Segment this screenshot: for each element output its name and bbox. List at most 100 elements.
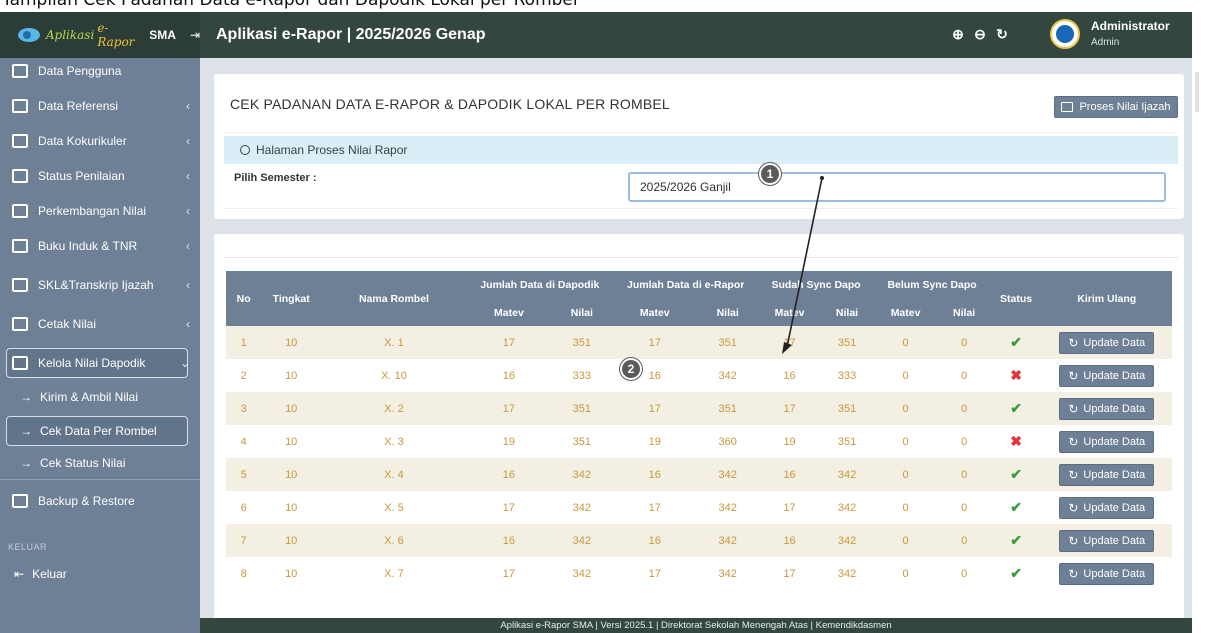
update-data-button[interactable]: ↻ Update Data: [1059, 364, 1155, 387]
sidebar-item-buku-induk[interactable]: Buku Induk & TNR ‹: [12, 233, 190, 259]
cell-e-matev: 17: [612, 491, 697, 524]
sidebar-item-skl-transkrip[interactable]: SKL&Transkrip Ijazah ‹: [12, 272, 190, 298]
refresh-icon: ↻: [1068, 368, 1079, 383]
refresh-icon: ↻: [1068, 533, 1079, 548]
book-icon: [12, 134, 28, 148]
sidebar-item-data-kokurikuler[interactable]: Data Kokurikuler ‹: [12, 128, 190, 154]
sub-nilai: Nilai: [820, 299, 874, 326]
cell-rombel: X. 2: [321, 392, 467, 425]
sidebar-sub-cek-status-nilai[interactable]: → Cek Status Nilai: [20, 452, 180, 474]
cell-b-matev: 0: [873, 425, 938, 458]
zoom-out-icon[interactable]: ⊖: [972, 26, 988, 43]
cell-kirim-ulang: ↻ Update Data: [1041, 326, 1172, 359]
chevron-left-icon: ‹: [186, 204, 190, 218]
cell-tingkat: 10: [261, 524, 322, 557]
table-row: 8 10 X. 7 17 342 17 342 17 342 0 0 ✔ ↻ Update Data: [226, 557, 1172, 590]
cell-status: ✔: [990, 326, 1042, 359]
file-icon: [12, 278, 28, 292]
user-list-icon: [12, 64, 28, 78]
sidebar-toggle-icon[interactable]: ⇥: [190, 28, 200, 42]
update-data-button[interactable]: ↻ Update Data: [1059, 496, 1155, 519]
check-icon: ✔: [1010, 499, 1022, 515]
sidebar-sub-kirim-ambil[interactable]: → Kirim & Ambil Nilai: [20, 386, 180, 408]
cell-e-matev: 19: [612, 425, 697, 458]
cell-e-nilai: 342: [696, 491, 759, 524]
cell-b-matev: 0: [873, 326, 938, 359]
sidebar-item-data-referensi[interactable]: Data Referensi ‹: [12, 93, 190, 119]
reset-icon[interactable]: ↻: [994, 26, 1010, 43]
monitor-icon: [12, 99, 28, 113]
sidebar-item-kelola-nilai-dapodik[interactable]: Kelola Nilai Dapodik ⌄: [12, 350, 190, 376]
cell-s-nilai: 342: [820, 557, 874, 590]
sidebar-item-backup-restore[interactable]: Backup & Restore: [12, 488, 190, 514]
sidebar-item-cetak-nilai[interactable]: Cetak Nilai ‹: [12, 311, 190, 337]
update-data-button[interactable]: ↻ Update Data: [1059, 463, 1155, 486]
cell-e-matev: 17: [612, 392, 697, 425]
refresh-icon: ↻: [1068, 335, 1079, 350]
update-data-button[interactable]: ↻ Update Data: [1059, 397, 1155, 420]
sidebar-item-status-penilaian[interactable]: Status Penilaian ‹: [12, 163, 190, 189]
proses-nilai-ijazah-button[interactable]: Proses Nilai Ijazah: [1054, 96, 1178, 118]
divider: [224, 132, 1178, 133]
cross-icon: ✖: [1010, 433, 1022, 449]
update-data-button[interactable]: ↻ Update Data: [1059, 331, 1155, 354]
cell-s-nilai: 342: [820, 458, 874, 491]
sidebar-item-keluar[interactable]: ⇤ Keluar: [14, 563, 174, 585]
cell-e-matev: 17: [612, 557, 697, 590]
cell-tingkat: 10: [261, 425, 322, 458]
zoom-in-icon[interactable]: ⊕: [950, 26, 966, 43]
chevron-left-icon: ‹: [186, 317, 190, 331]
update-data-button[interactable]: ↻ Update Data: [1059, 430, 1155, 453]
cell-s-matev: 16: [758, 359, 821, 392]
cell-kirim-ulang: ↻ Update Data: [1041, 557, 1172, 590]
cell-d-nilai: 342: [550, 557, 613, 590]
sidebar-item-label: SKL&Transkrip Ijazah: [38, 278, 154, 292]
logout-icon: ⇤: [14, 567, 25, 581]
cell-no: 6: [226, 491, 262, 524]
update-data-button[interactable]: ↻ Update Data: [1059, 529, 1155, 552]
cell-d-nilai: 342: [550, 524, 613, 557]
refresh-icon: ↻: [1068, 566, 1079, 581]
cell-b-matev: 0: [873, 359, 938, 392]
sidebar-sub-cek-data-per-rombel[interactable]: → Cek Data Per Rombel: [20, 420, 180, 442]
sidebar-item-label: Buku Induk & TNR: [38, 239, 138, 253]
user-name[interactable]: Administrator: [1091, 19, 1170, 33]
cell-status: ✖: [990, 359, 1042, 392]
sidebar-item-label: Data Pengguna: [38, 64, 122, 78]
col-tingkat: Tingkat: [261, 271, 322, 326]
refresh-icon: ↻: [1068, 434, 1079, 449]
col-no: No: [226, 271, 262, 326]
table-row: 5 10 X. 4 16 342 16 342 16 342 0 0 ✔ ↻ Update Data: [226, 458, 1172, 491]
brand-text-1: Aplikasi: [45, 28, 95, 42]
sidebar-item-data-pengguna[interactable]: Data Pengguna: [12, 58, 190, 84]
col-sudah-sync: Sudah Sync Dapo: [758, 271, 874, 299]
semester-select[interactable]: 2025/2026 Ganjil: [628, 172, 1166, 202]
brand-text-2: e-Rapor: [97, 21, 135, 49]
scrollbar-thumb[interactable]: [1195, 72, 1199, 112]
cell-status: ✔: [990, 557, 1042, 590]
brand-logo[interactable]: Aplikasi e-Rapor SMA ⇥: [0, 12, 200, 58]
top-icon-group: ⊕ ⊖ ↻: [950, 26, 1010, 43]
col-rombel: Nama Rombel: [321, 271, 467, 326]
cell-no: 3: [226, 392, 262, 425]
cell-b-nilai: 0: [937, 326, 991, 359]
table-card: No Tingkat Nama Rombel Jumlah Data di Da…: [214, 234, 1184, 633]
cell-d-nilai: 342: [550, 458, 613, 491]
info-bar: Halaman Proses Nilai Rapor: [224, 136, 1178, 164]
cell-e-nilai: 342: [696, 458, 759, 491]
col-status: Status: [990, 271, 1042, 326]
cell-rombel: X. 5: [321, 491, 467, 524]
cell-e-matev: 17: [612, 326, 697, 359]
printer-icon: [12, 317, 28, 331]
update-data-button[interactable]: ↻ Update Data: [1059, 562, 1155, 585]
divider: [224, 257, 1178, 258]
check-icon: ✔: [1010, 532, 1022, 548]
chevron-left-icon: ‹: [186, 99, 190, 113]
cell-tingkat: 10: [261, 491, 322, 524]
sidebar-item-label: Data Referensi: [38, 99, 119, 113]
avatar[interactable]: [1050, 19, 1080, 49]
sidebar-item-perkembangan-nilai[interactable]: Perkembangan Nilai ‹: [12, 198, 190, 224]
cell-e-matev: 16: [612, 458, 697, 491]
button-label: Update Data: [1083, 402, 1146, 415]
app-title: Aplikasi e-Rapor | 2025/2026 Genap: [216, 26, 486, 43]
